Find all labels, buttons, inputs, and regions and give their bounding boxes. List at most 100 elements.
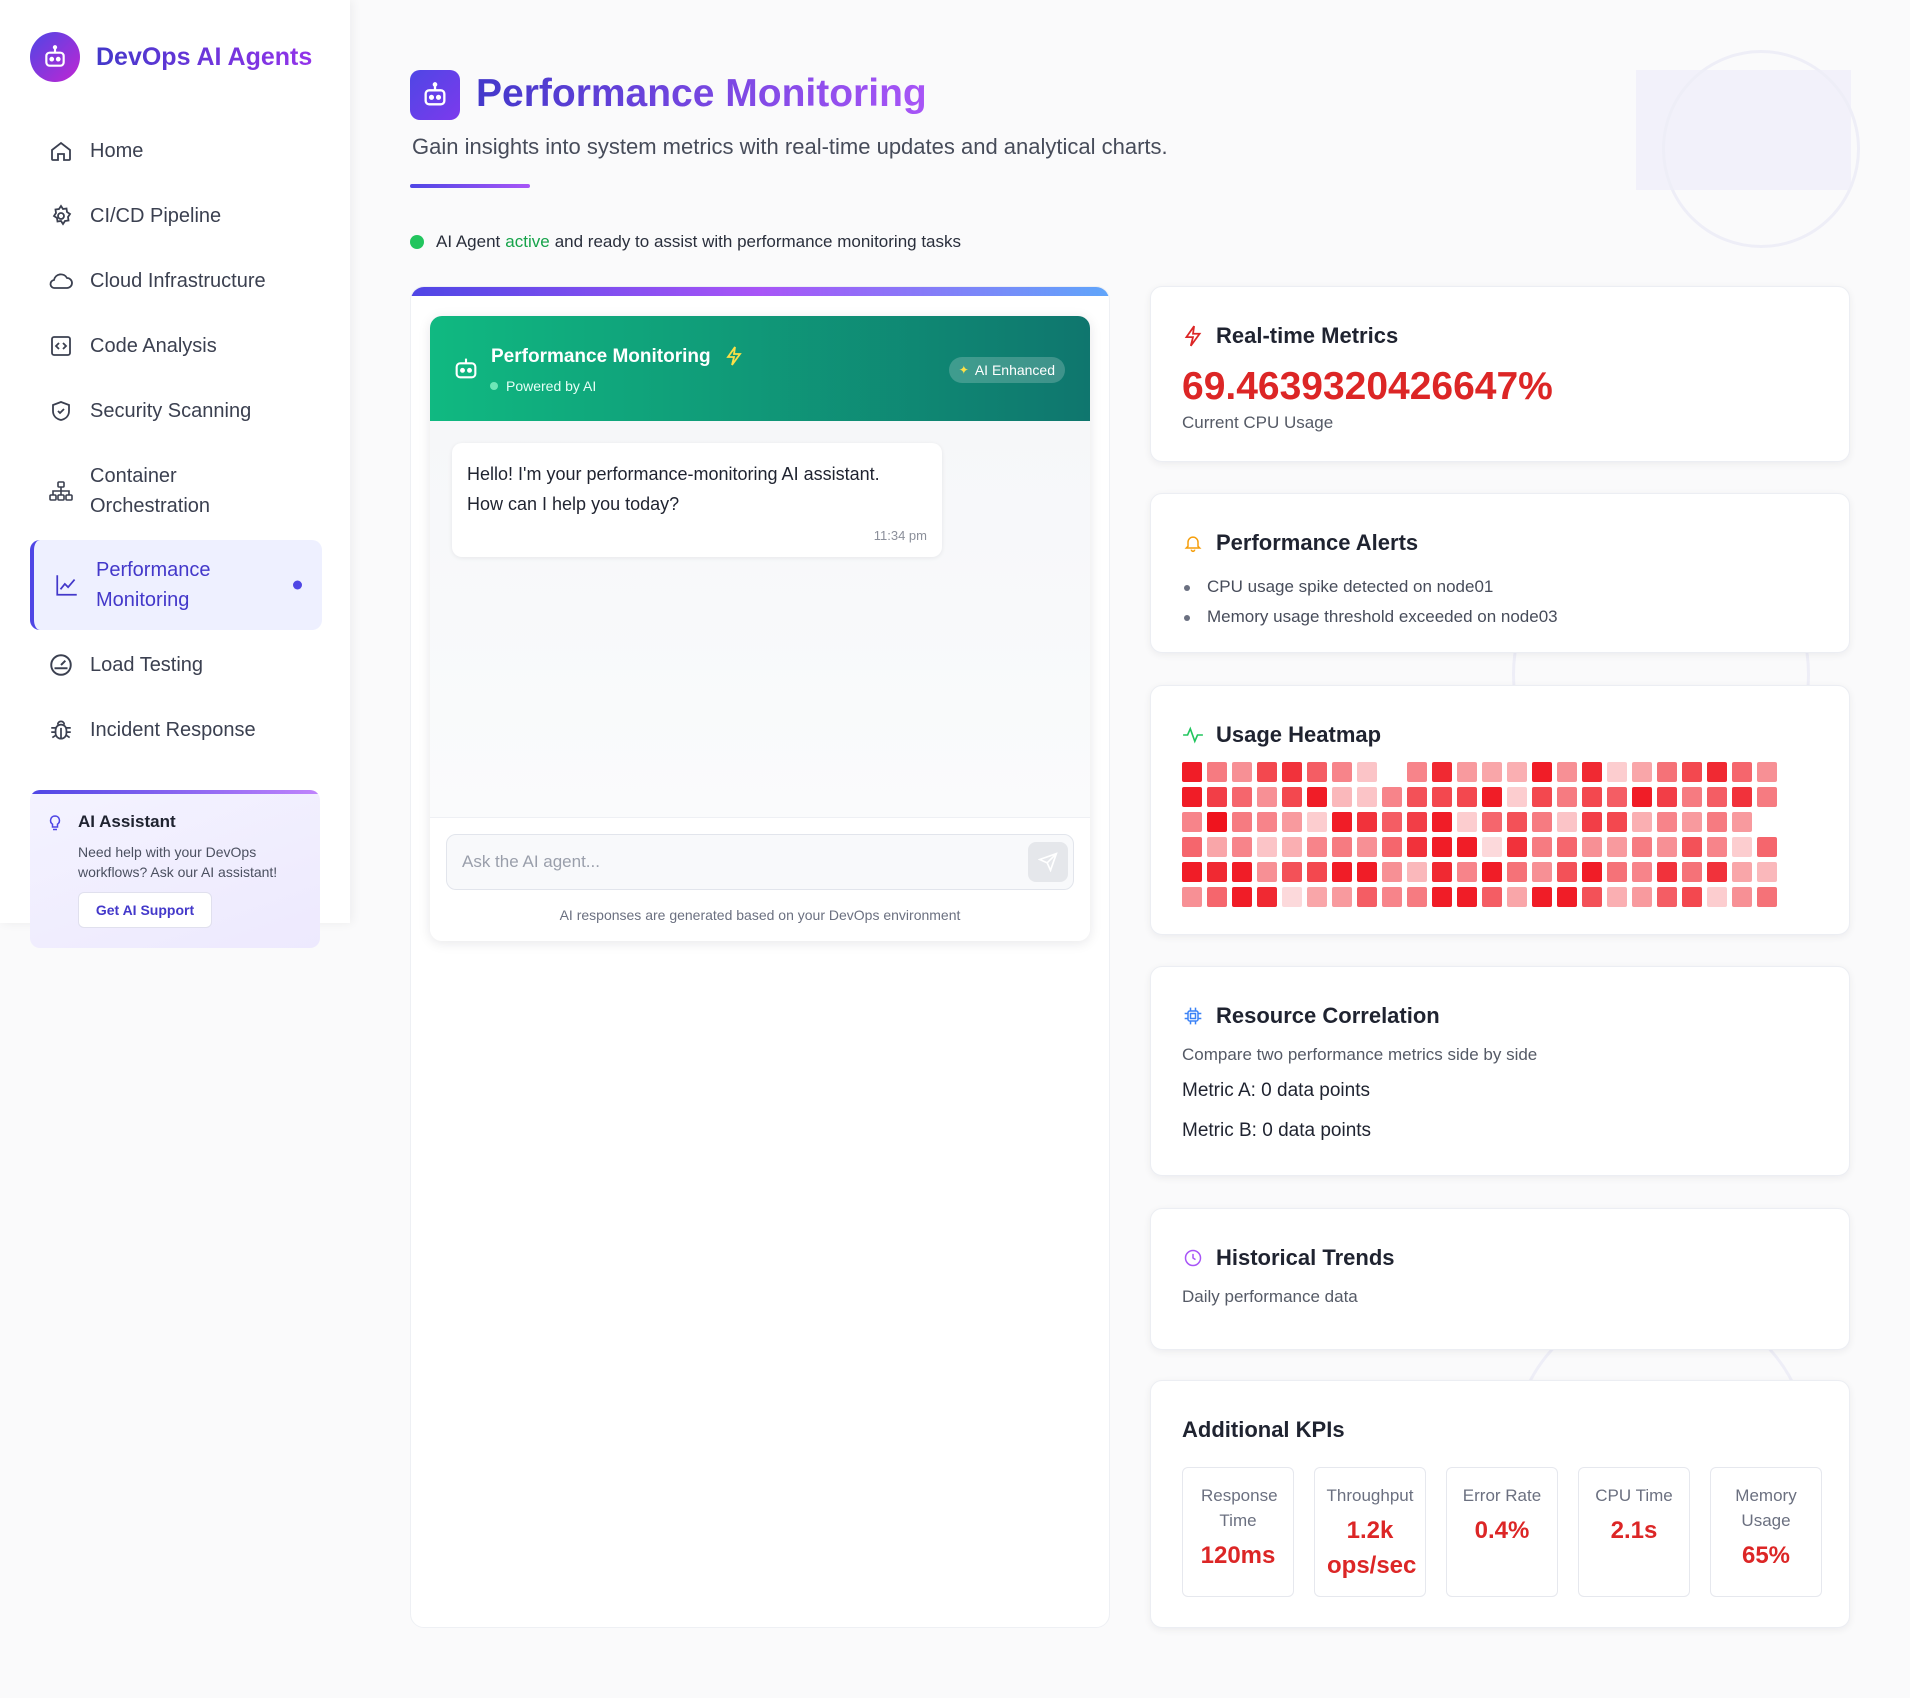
lightbulb-icon (48, 814, 62, 837)
kpis-title: Additional KPIs (1182, 1417, 1345, 1442)
sidebar-item-home[interactable]: Home (30, 118, 322, 183)
robot-icon (410, 70, 460, 120)
card-title-text: Historical Trends (1216, 1245, 1395, 1270)
heatmap-cell (1532, 812, 1552, 832)
heatmap-cell (1707, 887, 1727, 907)
bell-icon (1182, 532, 1204, 554)
heatmap-cell (1582, 812, 1602, 832)
sidebar-item-load-testing[interactable]: Load Testing (30, 632, 322, 697)
heatmap-cell (1457, 762, 1477, 782)
kpi-cpu-time: CPU Time 2.1s (1578, 1467, 1690, 1597)
chat-header: Performance Monitoring Powered by AI ✦ AI… (430, 316, 1090, 421)
robot-icon (452, 354, 480, 387)
heatmap-cell (1232, 837, 1252, 857)
sidebar-item-performance[interactable]: Performance Monitoring (30, 540, 322, 630)
heatmap-cell (1357, 837, 1377, 857)
message-time: 11:34 pm (873, 528, 927, 543)
heatmap-cell (1232, 762, 1252, 782)
heatmap-cell (1632, 887, 1652, 907)
network-icon (48, 478, 74, 504)
kpi-value: 65% (1741, 1542, 1791, 1569)
chat-disclaimer: AI responses are generated based on your… (559, 907, 961, 923)
heatmap-cell (1707, 837, 1727, 857)
heatmap-cell (1257, 812, 1277, 832)
kpi-memory-usage: Memory Usage 65% (1710, 1467, 1822, 1597)
heatmap-cell (1332, 887, 1352, 907)
page-title: Performance Monitoring (476, 72, 927, 115)
gauge-icon (48, 652, 74, 678)
heatmap-cell (1357, 862, 1377, 882)
heatmap-cell (1182, 787, 1202, 807)
online-dot (490, 382, 498, 390)
heatmap-cell (1432, 787, 1452, 807)
sidebar-item-label: Cloud Infrastructure (90, 269, 266, 292)
heatmap-cell (1282, 812, 1302, 832)
sidebar-item-label: Home (90, 139, 144, 162)
heatmap-cell (1357, 812, 1377, 832)
heatmap-cell (1207, 787, 1227, 807)
sidebar-item-label: CI/CD Pipeline (90, 204, 222, 227)
chat-messages: Hello! I'm your performance-monitoring A… (430, 421, 1090, 817)
realtime-metrics-card: Real-time Metrics 69.4639320426647% Curr… (1150, 286, 1850, 462)
heatmap-cell (1632, 762, 1652, 782)
heatmap-cell (1482, 887, 1502, 907)
sidebar-item-label: Incident Response (90, 718, 256, 741)
card-title: Resource Correlation (1182, 1003, 1440, 1029)
sidebar-item-incident[interactable]: Incident Response (30, 697, 322, 762)
heatmap-cell (1407, 787, 1427, 807)
heatmap-grid (1182, 762, 1777, 907)
sidebar-item-security[interactable]: Security Scanning (30, 378, 322, 443)
heatmap-cell (1557, 837, 1577, 857)
chat-composer: AI responses are generated based on your… (430, 817, 1090, 941)
heatmap-cell (1682, 787, 1702, 807)
heatmap-cell (1632, 862, 1652, 882)
get-ai-support-button[interactable]: Get AI Support (78, 892, 212, 928)
kpi-throughput: Throughput 1.2k ops/sec (1314, 1467, 1426, 1597)
heatmap-cell (1582, 862, 1602, 882)
page-subtitle: Gain insights into system metrics with r… (412, 134, 1168, 159)
status-active: active (505, 232, 550, 251)
heatmap-cell (1382, 887, 1402, 907)
card-title-text: Performance Alerts (1216, 530, 1419, 555)
brand[interactable]: DevOps AI Agents (30, 32, 312, 82)
heatmap-cell (1607, 787, 1627, 807)
heatmap-cell (1282, 887, 1302, 907)
alert-item: CPU usage spike detected on node01 (1182, 572, 1558, 602)
sidebar-item-label: Load Testing (90, 653, 204, 676)
heatmap-cell (1232, 787, 1252, 807)
chat-input[interactable] (446, 834, 1074, 890)
powered-label: Powered by AI (506, 378, 597, 394)
heatmap-cell (1507, 762, 1527, 782)
agent-status: AI Agent active and ready to assist with… (410, 232, 961, 252)
heatmap-cell (1332, 762, 1352, 782)
heatmap-cell (1682, 837, 1702, 857)
kpi-value: 120ms (1200, 1542, 1276, 1569)
assistant-description: Need help with your DevOps workflows? As… (78, 844, 278, 880)
alerts-list: CPU usage spike detected on node01 Memor… (1182, 572, 1558, 632)
sidebar-item-code-analysis[interactable]: Code Analysis (30, 313, 322, 378)
active-indicator-dot (293, 580, 302, 590)
heatmap-cell (1607, 837, 1627, 857)
send-button[interactable] (1028, 842, 1068, 882)
heatmap-cell (1757, 887, 1777, 907)
heatmap-cell (1432, 812, 1452, 832)
kpi-value: 0.4% (1474, 1517, 1530, 1544)
heatmap-cell (1657, 837, 1677, 857)
heatmap-cell (1207, 762, 1227, 782)
heatmap-cell (1682, 862, 1702, 882)
heatmap-cell (1607, 862, 1627, 882)
heatmap-cell (1532, 762, 1552, 782)
code-icon (48, 333, 74, 359)
kpi-list: Response Time 120ms Throughput 1.2k ops/… (1182, 1467, 1822, 1597)
heatmap-cell (1657, 862, 1677, 882)
sidebar-item-container[interactable]: Container Orchestration (30, 443, 322, 538)
heatmap-cell (1182, 812, 1202, 832)
sidebar-item-label: Container Orchestration (90, 464, 211, 517)
sidebar-item-cloud[interactable]: Cloud Infrastructure (30, 248, 322, 313)
alert-item: Memory usage threshold exceeded on node0… (1182, 602, 1558, 632)
sidebar-item-cicd[interactable]: CI/CD Pipeline (30, 183, 322, 248)
heatmap-cell (1232, 887, 1252, 907)
heatmap-cell (1507, 812, 1527, 832)
sidebar: DevOps AI Agents Home CI/CD Pipeline Clo… (0, 0, 350, 948)
kpi-label: Error Rate (1462, 1486, 1542, 1505)
